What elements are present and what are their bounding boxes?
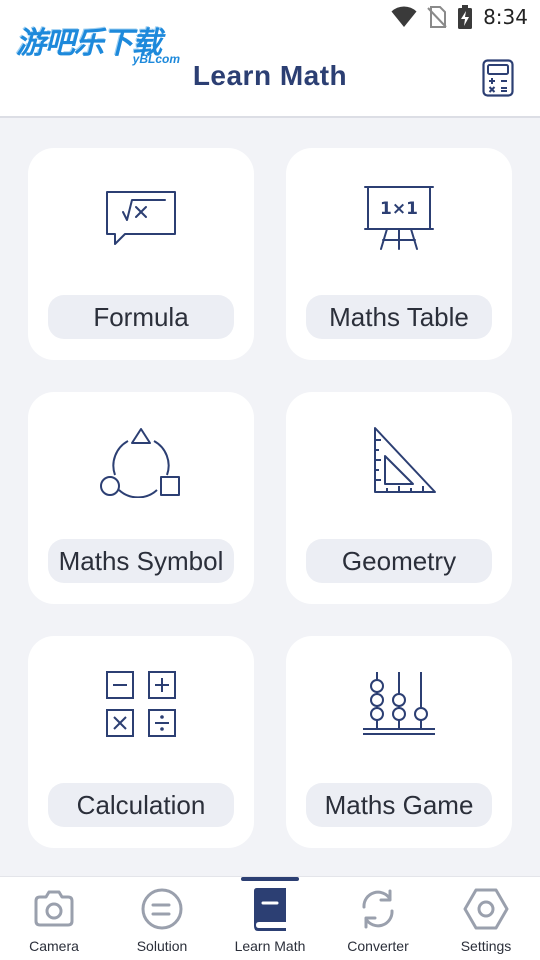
card-maths-game[interactable]: Maths Game — [286, 636, 512, 848]
maths-symbol-icon — [100, 428, 180, 498]
nav-learn-math[interactable]: Learn Math — [216, 877, 324, 960]
nav-label: Learn Math — [234, 938, 306, 954]
card-label: Maths Table — [306, 295, 492, 339]
camera-icon — [34, 890, 74, 927]
card-label: Calculation — [48, 783, 234, 827]
converter-icon — [362, 889, 394, 929]
card-formula[interactable]: Formula — [28, 148, 254, 360]
no-sim-icon — [427, 6, 447, 28]
book-icon — [254, 888, 286, 931]
status-icons: 8:34 — [391, 4, 528, 30]
nav-converter[interactable]: Converter — [324, 877, 432, 960]
calculator-icon[interactable] — [482, 59, 514, 97]
geometry-icon — [374, 427, 436, 493]
wifi-icon — [391, 6, 417, 27]
nav-label: Camera — [29, 938, 79, 954]
svg-text:1×1: 1×1 — [380, 199, 418, 219]
settings-icon — [463, 888, 509, 930]
battery-charging-icon — [458, 5, 473, 29]
nav-camera[interactable]: Camera — [0, 877, 108, 960]
card-label: Maths Symbol — [48, 539, 234, 583]
formula-icon — [106, 191, 176, 245]
nav-label: Solution — [136, 938, 188, 954]
card-maths-symbol[interactable]: Maths Symbol — [28, 392, 254, 604]
card-maths-table[interactable]: 1×1 Maths Table — [286, 148, 512, 360]
app-header: 游吧乐下载 yBLcom Learn Math — [0, 26, 540, 118]
bottom-nav: Camera Solution Learn Math Converter Set… — [0, 876, 540, 960]
page-title: Learn Math — [192, 60, 348, 91]
nav-solution[interactable]: Solution — [108, 877, 216, 960]
card-calculation[interactable]: Calculation — [28, 636, 254, 848]
status-time: 8:34 — [483, 5, 528, 29]
card-label: Maths Game — [306, 783, 492, 827]
card-label: Formula — [48, 295, 234, 339]
solution-icon — [141, 888, 183, 930]
abacus-icon — [363, 672, 435, 735]
calculation-icon — [106, 671, 176, 737]
nav-settings[interactable]: Settings — [432, 877, 540, 960]
card-geometry[interactable]: Geometry — [286, 392, 512, 604]
nav-label: Settings — [460, 938, 512, 954]
maths-table-icon: 1×1 — [364, 186, 434, 250]
card-label: Geometry — [306, 539, 492, 583]
nav-label: Converter — [347, 938, 409, 954]
